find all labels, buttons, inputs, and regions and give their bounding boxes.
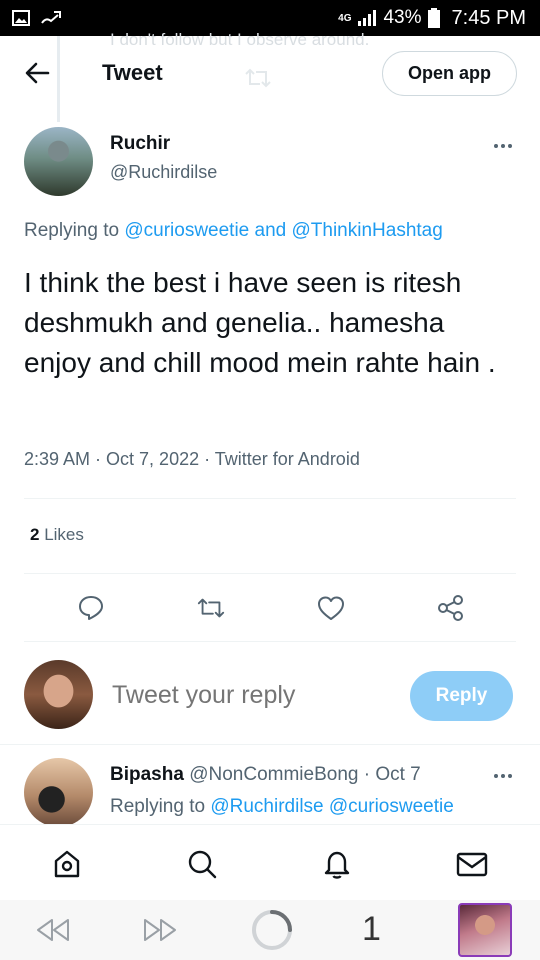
loading-spinner-icon — [252, 910, 292, 950]
author-handle[interactable]: @Ruchirdilse — [110, 162, 217, 183]
reply-handle-date[interactable]: @NonCommieBong · Oct 7 — [189, 764, 421, 785]
tweet-more-button[interactable] — [490, 136, 516, 156]
reply-replying-links[interactable]: @Ruchirdilse @curiosweetie — [210, 796, 453, 817]
page-title: Tweet — [102, 60, 163, 85]
divider — [24, 641, 516, 642]
share-action-button[interactable] — [436, 593, 466, 623]
reply-author-name[interactable]: Bipasha — [110, 764, 184, 785]
network-type: 4G — [338, 12, 352, 24]
reply-input[interactable] — [112, 681, 392, 710]
nav-notifications[interactable] — [320, 847, 354, 881]
like-action-button[interactable] — [316, 593, 346, 623]
home-icon — [54, 850, 80, 878]
rewind-icon — [37, 919, 69, 941]
divider — [24, 573, 516, 574]
retweet-action-button[interactable] — [196, 593, 226, 623]
bottom-navigation — [0, 824, 540, 900]
author-name[interactable]: Ruchir — [110, 133, 170, 155]
status-left — [0, 9, 62, 27]
retweet-icon — [197, 598, 225, 618]
nav-home[interactable] — [50, 847, 84, 881]
reply-button[interactable]: Reply — [410, 671, 513, 721]
divider — [0, 744, 540, 745]
more-horizontal-icon — [494, 774, 498, 778]
back-button[interactable] — [22, 58, 52, 88]
hotspot-icon — [41, 11, 61, 24]
battery-icon — [427, 8, 440, 28]
reply-replying-prefix: Replying to — [110, 796, 206, 817]
comment-icon — [79, 596, 103, 620]
browser-reload-button[interactable] — [250, 908, 294, 952]
browser-back-button[interactable] — [33, 912, 73, 948]
thread-line — [57, 36, 60, 122]
reply-action-button[interactable] — [76, 593, 106, 623]
nav-messages[interactable] — [455, 847, 489, 881]
tweet-text: I think the best i have seen is ritesh d… — [24, 267, 496, 378]
more-dot — [508, 144, 512, 148]
divider — [24, 498, 516, 499]
heart-icon — [318, 596, 344, 620]
fast-forward-icon — [144, 919, 176, 941]
browser-forward-button[interactable] — [140, 912, 180, 948]
search-icon — [188, 850, 217, 879]
tweet-timestamp[interactable]: 2:39 AM · Oct 7, 2022 · Twitter for Andr… — [24, 449, 360, 470]
replying-to-links[interactable]: @curiosweetie and @ThinkinHashtag — [124, 220, 442, 241]
status-right: 4G 43% 7:45 PM — [338, 7, 540, 30]
arrow-left-icon — [25, 62, 50, 84]
mail-icon — [456, 852, 488, 877]
gallery-icon — [12, 10, 30, 26]
share-icon — [438, 595, 463, 621]
more-horizontal-icon — [494, 144, 498, 148]
scrolled-content-ghost: I don't follow but I observe around. — [110, 30, 370, 49]
reply-header: Bipasha @NonCommieBong · Oct 7 — [110, 764, 421, 786]
battery-percent: 43% — [383, 7, 422, 28]
likes-count[interactable]: 2 Likes — [30, 525, 84, 545]
reply-replying-to: Replying to @Ruchirdilse @curiosweetie — [110, 796, 454, 818]
profile-thumbnail[interactable] — [458, 903, 512, 957]
likes-number: 2 — [30, 525, 40, 544]
more-dot — [501, 774, 505, 778]
likes-label: Likes — [44, 525, 84, 544]
app-root: 4G 43% 7:45 PM I don't follow but I obse… — [0, 0, 540, 960]
browser-toolbar: 1 — [0, 900, 540, 960]
replying-prefix: Replying to — [24, 220, 120, 241]
more-dot — [501, 144, 505, 148]
current-user-avatar[interactable] — [24, 660, 93, 729]
tab-count[interactable]: 1 — [362, 910, 381, 949]
replying-to: Replying to @curiosweetie and @ThinkinHa… — [24, 220, 443, 242]
reply-more-button[interactable] — [490, 766, 516, 786]
reply-author-avatar[interactable] — [24, 758, 93, 827]
nav-explore[interactable] — [185, 847, 219, 881]
clock: 7:45 PM — [451, 6, 526, 29]
ghost-retweet-icon — [245, 68, 271, 88]
signal-icon — [358, 10, 377, 26]
author-avatar[interactable] — [24, 127, 93, 196]
bell-icon — [324, 851, 350, 879]
top-app-bar: I don't follow but I observe around. Twe… — [0, 30, 540, 122]
open-app-button[interactable]: Open app — [382, 51, 517, 96]
more-dot — [508, 774, 512, 778]
